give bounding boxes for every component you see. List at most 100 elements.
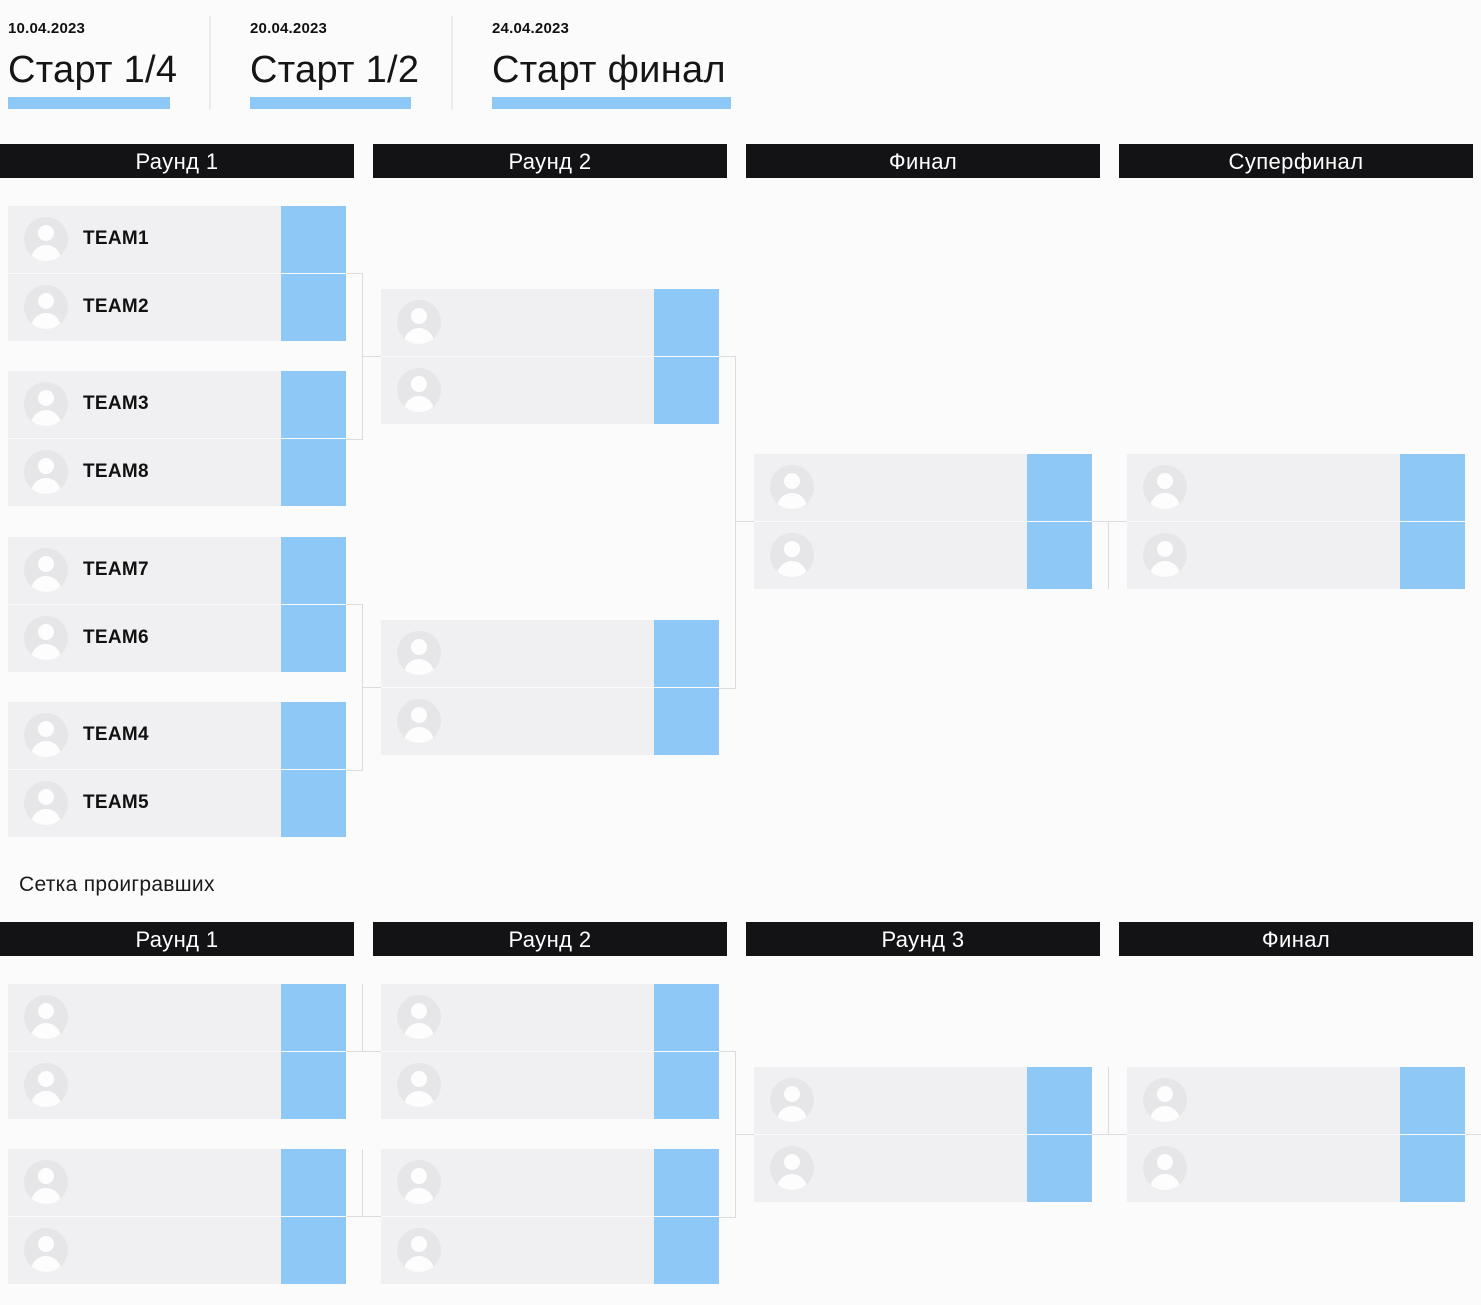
avatar-placeholder-icon	[24, 1063, 68, 1107]
match[interactable]: TEAM3 TEAM8	[8, 371, 346, 508]
score-cell	[654, 357, 719, 424]
team-slot[interactable]	[8, 984, 346, 1051]
avatar-placeholder-icon	[397, 995, 441, 1039]
avatar-placeholder-icon	[770, 465, 814, 509]
bracket-connector	[346, 604, 363, 771]
match[interactable]	[754, 1067, 1092, 1204]
score-cell	[281, 702, 346, 769]
score-cell	[654, 1052, 719, 1119]
stage-title: Старт 1/4	[8, 49, 178, 91]
team-slot[interactable]	[8, 1217, 346, 1284]
score-cell	[654, 1217, 719, 1284]
match[interactable]	[381, 620, 719, 757]
team-name: TEAM5	[83, 792, 149, 813]
team-slot[interactable]: TEAM8	[8, 439, 346, 506]
avatar-placeholder-icon	[770, 533, 814, 577]
team-slot[interactable]: TEAM3	[8, 371, 346, 438]
team-slot[interactable]: TEAM7	[8, 537, 346, 604]
match[interactable]	[754, 454, 1092, 591]
score-cell	[281, 1149, 346, 1216]
team-slot[interactable]	[381, 289, 719, 356]
match[interactable]	[1127, 454, 1465, 591]
avatar-placeholder-icon	[397, 300, 441, 344]
match[interactable]: TEAM7 TEAM6	[8, 537, 346, 674]
score-cell	[1400, 1067, 1465, 1134]
team-slot[interactable]: TEAM4	[8, 702, 346, 769]
stage-underline	[250, 97, 411, 109]
score-cell	[281, 537, 346, 604]
avatar-placeholder-icon	[397, 631, 441, 675]
losers-bracket-caption: Сетка проигравших	[19, 873, 215, 896]
avatar-placeholder-icon	[24, 1228, 68, 1272]
round-header: Раунд 3	[746, 922, 1100, 956]
team-slot[interactable]	[381, 1149, 719, 1216]
team-slot[interactable]	[1127, 1067, 1465, 1134]
stage-tab-semi[interactable]: 20.04.2023 Старт 1/2	[250, 18, 430, 113]
bracket-connector	[1108, 521, 1109, 589]
avatar-placeholder-icon	[24, 450, 68, 494]
bracket-connector	[362, 356, 381, 357]
match[interactable]	[381, 289, 719, 426]
match[interactable]	[1127, 1067, 1465, 1204]
stage-date: 24.04.2023	[492, 20, 570, 37]
round-header: Раунд 1	[0, 144, 354, 178]
bracket-connector	[346, 273, 363, 440]
team-slot[interactable]: TEAM1	[8, 206, 346, 273]
score-cell	[1027, 454, 1092, 521]
stage-title: Старт финал	[492, 49, 726, 91]
avatar-placeholder-icon	[24, 713, 68, 757]
bracket-connector	[735, 521, 754, 522]
score-cell	[654, 620, 719, 687]
match[interactable]: TEAM1 TEAM2	[8, 206, 346, 343]
stage-date: 10.04.2023	[8, 20, 86, 37]
score-cell	[1027, 1067, 1092, 1134]
bracket-connector	[1465, 1134, 1481, 1135]
score-cell	[281, 1052, 346, 1119]
team-slot[interactable]	[754, 522, 1092, 589]
team-slot[interactable]	[1127, 454, 1465, 521]
match[interactable]: TEAM4 TEAM5	[8, 702, 346, 839]
stage-tab-quarter[interactable]: 10.04.2023 Старт 1/4	[8, 18, 188, 113]
avatar-placeholder-icon	[1143, 1146, 1187, 1190]
team-slot[interactable]: TEAM2	[8, 274, 346, 341]
score-cell	[654, 1149, 719, 1216]
team-slot[interactable]	[381, 688, 719, 755]
match[interactable]	[8, 984, 346, 1121]
team-name: TEAM4	[83, 724, 149, 745]
team-slot[interactable]	[1127, 522, 1465, 589]
match[interactable]	[381, 984, 719, 1121]
team-slot[interactable]: TEAM6	[8, 605, 346, 672]
team-slot[interactable]	[381, 1217, 719, 1284]
bracket-connector	[719, 1051, 736, 1218]
avatar-placeholder-icon	[24, 217, 68, 261]
team-slot[interactable]	[381, 620, 719, 687]
avatar-placeholder-icon	[24, 382, 68, 426]
score-cell	[654, 688, 719, 755]
bracket-connector	[346, 1051, 381, 1052]
team-slot[interactable]: TEAM5	[8, 770, 346, 837]
stage-title: Старт 1/2	[250, 49, 420, 91]
team-slot[interactable]	[381, 984, 719, 1051]
team-slot[interactable]	[754, 1067, 1092, 1134]
round-header: Раунд 2	[373, 922, 727, 956]
team-slot[interactable]	[381, 357, 719, 424]
score-cell	[281, 770, 346, 837]
stage-date: 20.04.2023	[250, 20, 328, 37]
match[interactable]	[381, 1149, 719, 1286]
score-cell	[654, 289, 719, 356]
score-cell	[1400, 454, 1465, 521]
team-name: TEAM2	[83, 296, 149, 317]
team-slot[interactable]	[1127, 1135, 1465, 1202]
team-slot[interactable]	[754, 1135, 1092, 1202]
team-slot[interactable]	[8, 1052, 346, 1119]
team-slot[interactable]	[381, 1052, 719, 1119]
team-slot[interactable]	[8, 1149, 346, 1216]
stage-tab-final[interactable]: 24.04.2023 Старт финал	[492, 18, 752, 113]
match[interactable]	[8, 1149, 346, 1286]
round-header: Финал	[1119, 922, 1473, 956]
team-name: TEAM8	[83, 461, 149, 482]
round-header: Суперфинал	[1119, 144, 1473, 178]
team-slot[interactable]	[754, 454, 1092, 521]
score-cell	[281, 605, 346, 672]
round-header: Раунд 1	[0, 922, 354, 956]
